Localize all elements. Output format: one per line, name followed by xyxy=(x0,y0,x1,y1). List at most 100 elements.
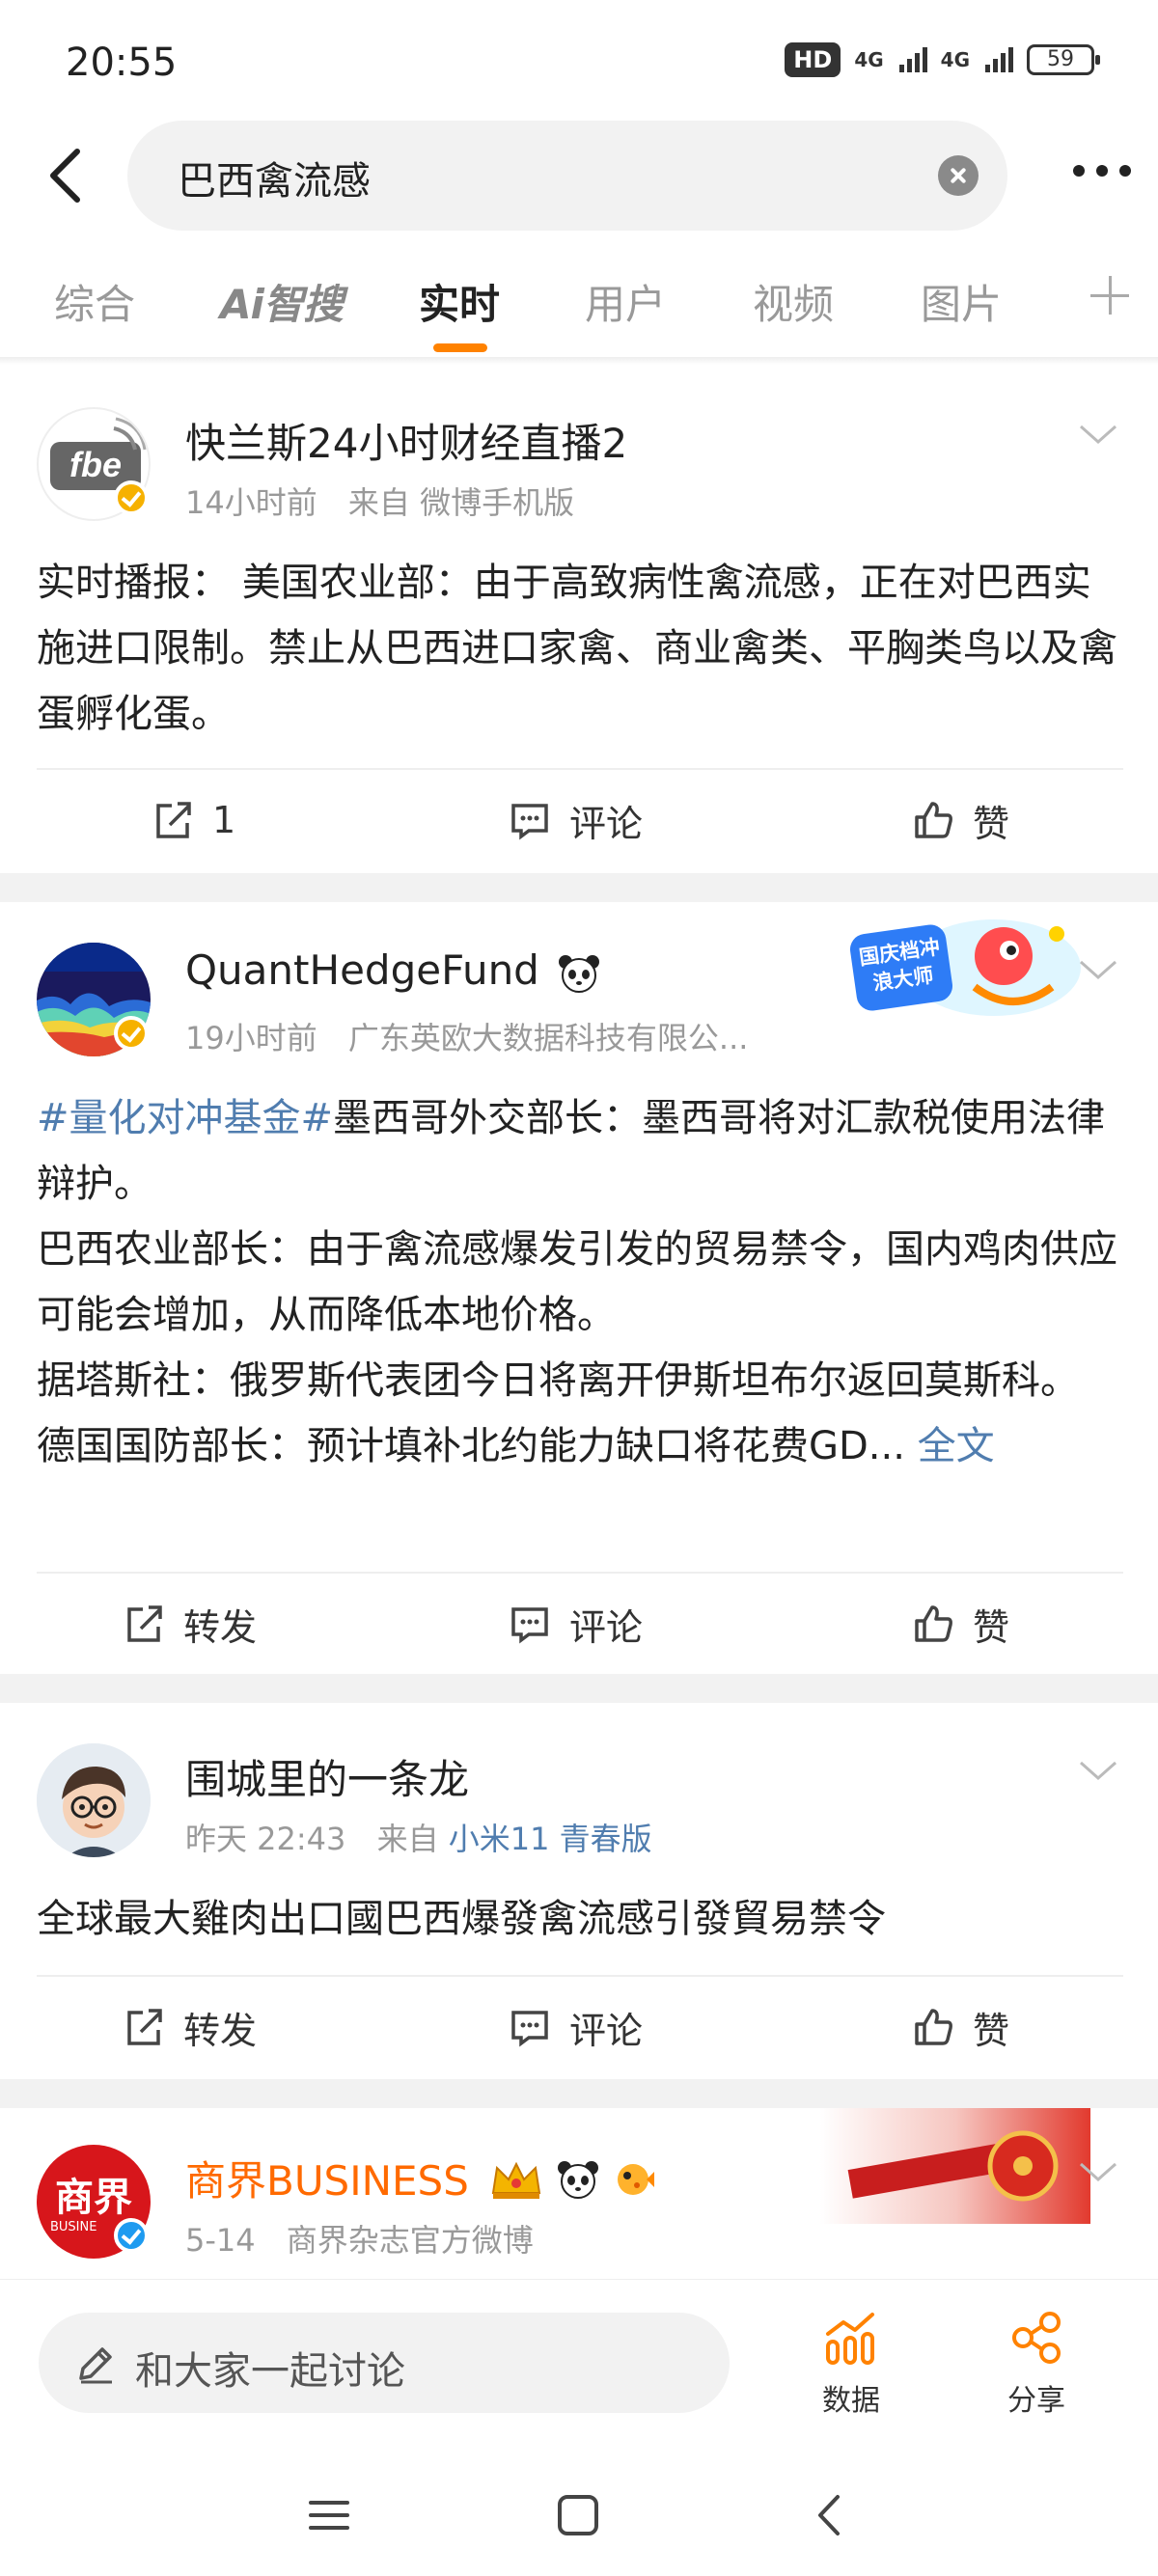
post-content[interactable]: #量化对冲基金#墨西哥外交部长：墨西哥将对汇款税使用法律辩护。 巴西农业部长：由… xyxy=(37,1085,1127,1479)
comment-button[interactable]: 评论 xyxy=(508,1576,643,1672)
tab-comprehensive[interactable]: 综合 xyxy=(54,272,135,331)
post-card[interactable]: 围城里的一条龙 昨天 22:43 来自 小米11 青春版 全球最大雞肉出口國巴西… xyxy=(0,1703,1158,2079)
post-username-text: 商界BUSINESS xyxy=(185,2157,469,2205)
home-icon[interactable] xyxy=(554,2491,602,2539)
tab-videos[interactable]: 视频 xyxy=(753,272,834,331)
post-separator xyxy=(0,1674,1158,1703)
full-text-link[interactable]: 全文 xyxy=(918,1424,995,1468)
discuss-input[interactable]: 和大家一起讨论 xyxy=(39,2313,730,2413)
share-button[interactable]: 分享 xyxy=(979,2309,1094,2419)
repost-button[interactable]: 转发 xyxy=(122,1979,257,2075)
share-icon xyxy=(1012,2312,1061,2364)
verified-badge-icon xyxy=(114,1016,149,1051)
feed: fbe 快兰斯24小时财经直播2 14小时前 来自 微博手机版 实时播报： 美国… xyxy=(0,367,1158,2301)
tab-users[interactable]: 用户 xyxy=(585,272,666,331)
post-source[interactable]: 小米11 青春版 xyxy=(449,1821,652,1857)
comment-icon xyxy=(511,2011,548,2047)
tabs-divider xyxy=(0,357,1158,365)
source-prefix: 来自 xyxy=(347,484,410,521)
source-prefix: 来自 xyxy=(376,1821,439,1857)
content-line: 据塔斯社：俄罗斯代表团今日将离开伊斯坦布尔返回莫斯科。 xyxy=(37,1358,1079,1403)
back-nav-icon[interactable] xyxy=(807,2491,855,2539)
comment-label: 评论 xyxy=(569,2009,644,2052)
repost-count: 1 xyxy=(212,799,236,841)
chevron-down-icon[interactable] xyxy=(1079,2162,1117,2181)
repost-button[interactable]: 转发 xyxy=(122,1576,257,1672)
like-button[interactable]: 赞 xyxy=(911,1576,1009,1672)
post-time: 昨天 22:43 xyxy=(185,1821,346,1857)
repost-icon xyxy=(127,1605,162,1642)
post-username-text: QuantHedgeFund xyxy=(185,946,539,994)
post-source: 微博手机版 xyxy=(420,484,575,521)
post-actions: 转发 评论 赞 xyxy=(0,1979,1158,2075)
svg-text:fbe: fbe xyxy=(69,445,122,484)
post-meta: 19小时前 广东英欧大数据科技有限公... xyxy=(185,1014,748,1058)
clear-icon[interactable] xyxy=(938,155,979,196)
more-options-button[interactable] xyxy=(1073,165,1131,177)
data-button[interactable]: 数据 xyxy=(793,2309,909,2419)
thumbs-up-icon xyxy=(915,1605,952,1642)
active-tab-indicator xyxy=(433,343,487,352)
post-username[interactable]: QuantHedgeFund xyxy=(185,946,600,994)
tab-ai-search[interactable]: Ai智搜 xyxy=(220,272,344,331)
hashtag-link[interactable]: #量化对冲基金# xyxy=(37,1096,333,1140)
share-label: 分享 xyxy=(1007,2384,1065,2418)
back-button[interactable] xyxy=(39,142,96,209)
post-source: 广东英欧大数据科技有限公... xyxy=(347,1020,749,1056)
avatar[interactable] xyxy=(37,1743,151,1857)
tab-images[interactable]: 图片 xyxy=(921,272,1002,331)
post-username[interactable]: 商界BUSINESS xyxy=(185,2149,656,2210)
repost-icon xyxy=(156,802,191,838)
signal-icon xyxy=(898,47,927,72)
panda-icon xyxy=(557,2160,599,2208)
more-dot-icon xyxy=(1119,165,1131,177)
system-nav-bar xyxy=(0,2453,1158,2576)
tab-realtime[interactable]: 实时 xyxy=(419,272,500,331)
post-content[interactable]: 全球最大雞肉出口國巴西爆發禽流感引發貿易禁令 xyxy=(37,1886,1127,1952)
repost-label: 转发 xyxy=(183,1605,258,1649)
post-separator xyxy=(0,873,1158,902)
status-time: 20:55 xyxy=(66,41,178,85)
post-username[interactable]: 快兰斯24小时财经直播2 xyxy=(185,411,627,470)
chevron-down-icon[interactable] xyxy=(1079,1761,1117,1780)
network-type-2: 4G xyxy=(940,48,970,71)
repost-button[interactable]: 1 xyxy=(151,772,235,868)
more-dot-icon xyxy=(1073,165,1085,177)
post-card[interactable]: QuantHedgeFund 19小时前 广东英欧大数据科技有限公... 国庆档… xyxy=(0,902,1158,1674)
content-line: 德国国防部长：预计填补北约能力缺口将花费GD... xyxy=(37,1424,905,1468)
post-meta: 5-14 商界杂志官方微博 xyxy=(185,2216,534,2261)
status-bar: 20:55 HD 4G 4G 59 xyxy=(0,0,1158,125)
chevron-down-icon[interactable] xyxy=(1079,960,1117,979)
post-banner xyxy=(820,2108,1090,2224)
post-content[interactable]: 实时播报： 美国农业部：由于高致病性禽流感，正在对巴西实施进口限制。禁止从巴西进… xyxy=(37,550,1127,747)
post-separator xyxy=(0,2079,1158,2108)
event-badge[interactable]: 国庆档冲浪大师 xyxy=(849,910,1081,1026)
like-button[interactable]: 赞 xyxy=(911,1979,1009,2075)
avatar-logo-text: 商界 xyxy=(55,2175,132,2220)
crown-badge-icon xyxy=(489,2158,543,2210)
post-time: 5-14 xyxy=(185,2222,256,2259)
panda-icon xyxy=(558,954,600,993)
cartoon-boy-avatar xyxy=(37,1743,151,1857)
thumbs-up-icon xyxy=(915,2009,952,2045)
like-button[interactable]: 赞 xyxy=(911,772,1009,868)
post-meta: 昨天 22:43 来自 小米11 青春版 xyxy=(185,1815,652,1859)
search-input[interactable]: 巴西禽流感 xyxy=(127,121,1007,231)
post-card[interactable]: fbe 快兰斯24小时财经直播2 14小时前 来自 微博手机版 实时播报： 美国… xyxy=(0,367,1158,873)
post-username[interactable]: 围城里的一条龙 xyxy=(185,1747,469,1806)
battery-icon: 59 xyxy=(1027,44,1100,75)
verified-badge-icon xyxy=(114,2218,149,2253)
add-tab-icon[interactable] xyxy=(1090,276,1129,315)
post-time: 14小时前 xyxy=(185,484,317,521)
comment-button[interactable]: 评论 xyxy=(508,1979,643,2075)
comment-button[interactable]: 评论 xyxy=(508,772,643,868)
search-header: 巴西禽流感 xyxy=(0,121,1158,232)
verified-badge-icon xyxy=(114,480,149,515)
post-card[interactable]: 商界 BUSINE 商界BUSINESS 5-14 商界杂志官方微博 xyxy=(0,2108,1158,2301)
divider xyxy=(37,768,1123,770)
chevron-down-icon[interactable] xyxy=(1079,425,1117,444)
search-tabs: 综合 Ai智搜 实时 用户 视频 图片 xyxy=(0,260,1158,357)
like-label: 赞 xyxy=(973,2009,1010,2052)
data-chart-icon xyxy=(826,2313,874,2365)
menu-icon[interactable] xyxy=(305,2491,353,2539)
